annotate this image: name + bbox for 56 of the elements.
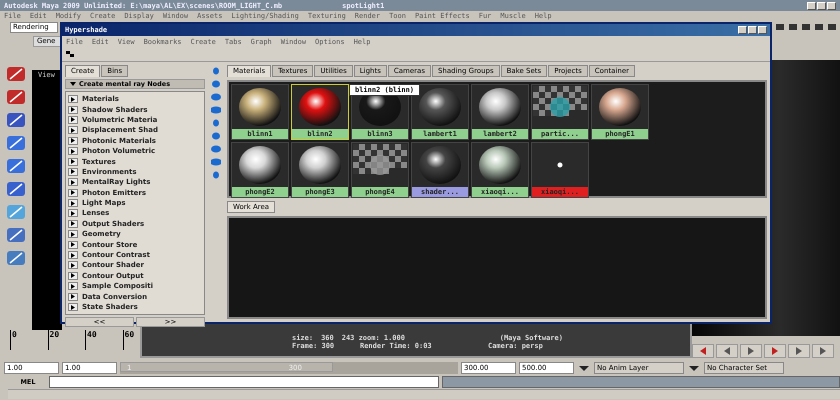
tick-label: 40 — [85, 330, 102, 350]
sphere-icon — [598, 87, 642, 127]
playback-button[interactable] — [740, 344, 762, 358]
minimize-button[interactable] — [738, 26, 747, 34]
expand-button[interactable] — [68, 209, 78, 218]
command-input[interactable] — [49, 376, 439, 388]
sphere-icon — [418, 145, 462, 185]
expand-button[interactable] — [68, 116, 78, 124]
tick-label: 20 — [48, 330, 65, 350]
expand-button[interactable] — [68, 95, 78, 104]
play-icon — [746, 347, 756, 355]
playback-button[interactable] — [716, 344, 738, 358]
expand-button[interactable] — [68, 199, 78, 208]
expand-button[interactable] — [68, 272, 78, 280]
expand-button[interactable] — [68, 106, 78, 114]
expand-button[interactable] — [68, 251, 78, 260]
expand-button[interactable] — [68, 147, 78, 156]
sphere-icon — [298, 87, 342, 127]
sphere-icon — [238, 145, 282, 185]
expand-button[interactable] — [68, 136, 78, 145]
maximize-button[interactable] — [817, 2, 826, 10]
minimize-button[interactable] — [807, 2, 816, 10]
expand-button[interactable] — [68, 158, 78, 166]
expand-button[interactable] — [68, 126, 78, 134]
expand-button[interactable] — [68, 261, 78, 270]
play-icon — [770, 347, 780, 355]
play-icon — [722, 347, 732, 355]
play-icon — [818, 347, 828, 355]
sphere-icon — [478, 87, 522, 127]
close-button[interactable] — [758, 26, 767, 34]
tick-label: 0 — [10, 330, 28, 350]
sphere-icon — [418, 87, 462, 127]
sphere-icon — [298, 145, 342, 185]
caret-icon — [70, 82, 76, 86]
playback-button[interactable] — [812, 344, 834, 358]
play-icon — [794, 347, 804, 355]
sphere-icon — [238, 87, 282, 127]
expand-button[interactable] — [68, 282, 78, 290]
expand-button[interactable] — [68, 292, 78, 301]
checker-icon[interactable] — [66, 51, 74, 57]
sphere-icon — [478, 145, 522, 185]
expand-button[interactable] — [68, 220, 78, 228]
tick-label: 60 — [122, 330, 140, 350]
expand-button[interactable] — [68, 240, 78, 249]
expand-button[interactable] — [68, 230, 78, 238]
expand-button[interactable] — [68, 303, 78, 311]
play-icon — [698, 347, 708, 355]
close-button[interactable] — [827, 2, 836, 10]
playback-button[interactable] — [692, 344, 714, 358]
playback-button[interactable] — [788, 344, 810, 358]
expand-button[interactable] — [68, 168, 78, 176]
maximize-button[interactable] — [748, 26, 757, 34]
expand-button[interactable] — [68, 178, 78, 186]
dot-icon — [557, 162, 563, 168]
expand-button[interactable] — [68, 188, 78, 197]
playback-button[interactable] — [764, 344, 786, 358]
